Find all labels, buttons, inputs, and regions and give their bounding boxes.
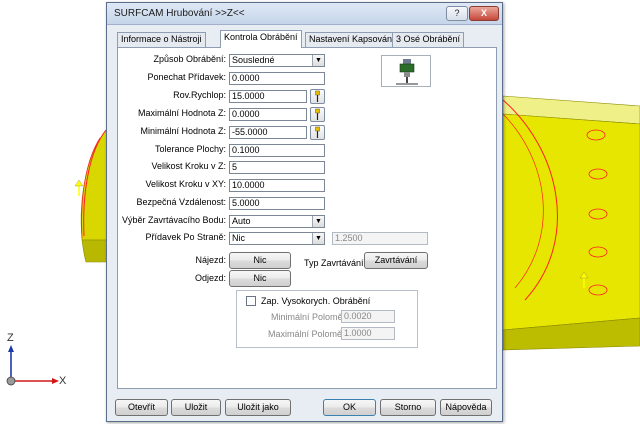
start-arrow-left bbox=[74, 179, 84, 196]
window-title: SURFCAM Hrubování >>Z<< bbox=[114, 8, 245, 19]
pick-rov-rychlop-button[interactable] bbox=[310, 89, 325, 104]
input-ponechat[interactable]: 0.0000 bbox=[229, 72, 325, 85]
input-max-polomer: 1.0000 bbox=[341, 327, 395, 340]
label-max-polomer: Maximální Poloměr: bbox=[268, 329, 348, 339]
tab-tool-info[interactable]: Informace o Nástroji bbox=[117, 32, 206, 47]
pick-point-icon bbox=[315, 90, 320, 102]
tab-label: Informace o Nástroji bbox=[121, 34, 202, 44]
axis-x-label: X bbox=[59, 375, 67, 387]
open-button[interactable]: Otevřít bbox=[115, 399, 168, 416]
select-value: Auto bbox=[232, 216, 251, 226]
najezd-button[interactable]: Nic bbox=[229, 252, 291, 269]
input-rov-rychlop[interactable]: 15.0000 bbox=[229, 90, 307, 103]
label-pridavek-strane: Přídavek Po Straně: bbox=[145, 232, 226, 242]
surfcam-roughing-dialog: SURFCAM Hrubování >>Z<< ? X Informace o … bbox=[106, 2, 503, 422]
label-ponechat: Ponechat Přídavek: bbox=[147, 72, 226, 82]
axis-z-label: Z bbox=[7, 332, 14, 344]
part-left bbox=[80, 127, 109, 263]
input-min-polomer: 0.0020 bbox=[341, 310, 395, 323]
save-as-button[interactable]: Uložit jako bbox=[225, 399, 291, 416]
chevron-down-icon: ▼ bbox=[312, 216, 324, 227]
tab-panel-machining-control: Způsob Obrábění: Sousledné ▼ Ponechat Př… bbox=[117, 47, 497, 389]
axis-triad bbox=[6, 345, 59, 386]
label-krok-xy: Velikost Kroku v XY: bbox=[145, 179, 226, 189]
label-min-polomer: Minimální Poloměr: bbox=[271, 312, 349, 322]
tab-label: 3 Osé Obrábění bbox=[396, 34, 461, 44]
save-button[interactable]: Uložit bbox=[171, 399, 221, 416]
select-value: Sousledné bbox=[232, 55, 275, 65]
hsm-group: Zap. Vysokorych. Obrábění Minimální Polo… bbox=[236, 290, 418, 348]
select-zpusob[interactable]: Sousledné ▼ bbox=[229, 54, 325, 67]
input-pridavek-strane-value: 1.2500 bbox=[332, 232, 428, 245]
label-min-z: Minimální Hodnota Z: bbox=[140, 126, 226, 136]
tab-label: Nastavení Kapsování bbox=[309, 34, 395, 44]
input-krok-xy[interactable]: 10.0000 bbox=[229, 179, 325, 192]
input-max-z[interactable]: 0.0000 bbox=[229, 108, 307, 121]
select-pridavek-strane[interactable]: Nic ▼ bbox=[229, 232, 325, 245]
chevron-down-icon: ▼ bbox=[312, 233, 324, 244]
tab-machining-control[interactable]: Kontrola Obrábění bbox=[220, 30, 302, 48]
select-vyber[interactable]: Auto ▼ bbox=[229, 215, 325, 228]
pick-min-z-button[interactable] bbox=[310, 125, 325, 140]
ok-button[interactable]: OK bbox=[323, 399, 376, 416]
input-bezpecna[interactable]: 5.0000 bbox=[229, 197, 325, 210]
label-rov-rychlop: Rov.Rychlop: bbox=[173, 90, 226, 100]
input-tolerance[interactable]: 0.1000 bbox=[229, 144, 325, 157]
pick-point-icon bbox=[315, 126, 320, 138]
chevron-down-icon: ▼ bbox=[312, 55, 324, 66]
tab-label: Kontrola Obrábění bbox=[224, 32, 298, 42]
label-zpusob: Způsob Obrábění: bbox=[153, 54, 226, 64]
label-bezpecna: Bezpečná Vzdálenost: bbox=[136, 197, 226, 207]
tool-holder-icon bbox=[396, 59, 418, 85]
close-button[interactable]: X bbox=[469, 6, 499, 21]
label-krok-z: Velikost Kroku v Z: bbox=[151, 161, 226, 171]
hsm-checkbox-label: Zap. Vysokorych. Obrábění bbox=[261, 296, 371, 306]
label-max-z: Maximální Hodnota Z: bbox=[137, 108, 226, 118]
cancel-button[interactable]: Storno bbox=[380, 399, 436, 416]
question-icon: ? bbox=[454, 8, 460, 18]
help-button[interactable]: ? bbox=[446, 6, 468, 21]
label-vyber: Výběr Zavrtávacího Bodu: bbox=[121, 215, 226, 225]
close-icon: X bbox=[480, 8, 487, 18]
input-krok-z[interactable]: 5 bbox=[229, 161, 325, 174]
title-bar[interactable]: SURFCAM Hrubování >>Z<< ? X bbox=[107, 3, 502, 25]
odjezd-button[interactable]: Nic bbox=[229, 270, 291, 287]
label-typ-zavrtavani: Typ Zavrtávání: bbox=[304, 258, 367, 268]
part-right bbox=[502, 95, 640, 351]
input-min-z[interactable]: -55.0000 bbox=[229, 126, 307, 139]
pick-max-z-button[interactable] bbox=[310, 107, 325, 122]
tab-3axis-machining[interactable]: 3 Osé Obrábění bbox=[392, 32, 465, 47]
typ-zavrtavani-button[interactable]: Zavrtávání bbox=[364, 252, 428, 269]
select-value: Nic bbox=[232, 233, 245, 243]
label-odjezd: Odjezd: bbox=[194, 273, 226, 283]
help-text-button[interactable]: Nápověda bbox=[440, 399, 492, 416]
tab-pocketing-settings[interactable]: Nastavení Kapsování bbox=[305, 32, 399, 47]
pick-point-icon bbox=[315, 108, 320, 120]
label-najezd: Nájezd: bbox=[195, 255, 226, 265]
label-tolerance: Tolerance Plochy: bbox=[154, 144, 226, 154]
hsm-checkbox[interactable] bbox=[246, 296, 256, 306]
tool-preview bbox=[381, 55, 431, 87]
